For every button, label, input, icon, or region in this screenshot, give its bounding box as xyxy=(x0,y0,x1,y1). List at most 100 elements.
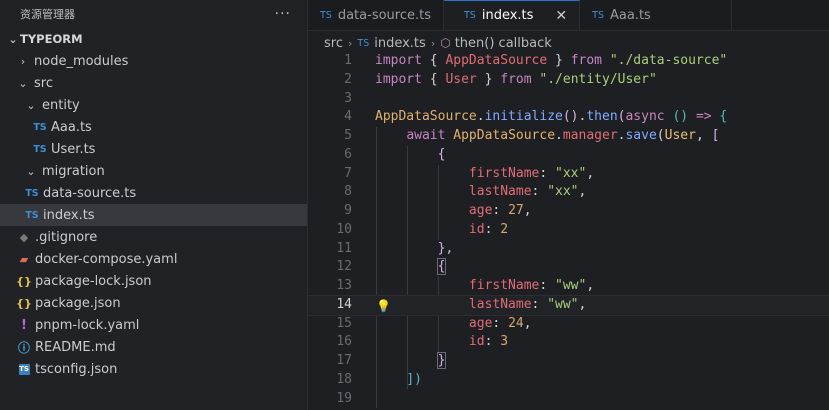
chevron-down-icon: ⌄ xyxy=(26,98,36,112)
line-number: 15 xyxy=(336,315,352,331)
tree-item-label: data-source.ts xyxy=(43,185,137,201)
tree-item-gitignore[interactable]: ◆ .gitignore xyxy=(0,226,307,248)
json-braces-icon: {} xyxy=(16,296,32,310)
code-line: 12 { xyxy=(308,258,829,277)
tree-item-index-ts[interactable]: TS index.ts xyxy=(0,204,307,226)
tree-root-typeorm[interactable]: ⌄ TYPEORM xyxy=(0,28,307,50)
tree-item-label: package.json xyxy=(35,295,121,311)
code-line: 5 await AppDataSource.manager.save(User,… xyxy=(308,127,829,146)
code-editor[interactable]: 1 import { AppDataSource } from "./data-… xyxy=(307,52,829,410)
code-line: 1 import { AppDataSource } from "./data-… xyxy=(308,52,829,71)
tree-item-label: index.ts xyxy=(43,207,95,223)
typescript-file-icon: TS xyxy=(33,121,47,133)
line-number: 5 xyxy=(344,128,352,143)
code-line: 3 xyxy=(308,90,829,109)
tree-item-label: pnpm-lock.yaml xyxy=(35,317,140,333)
more-actions-icon[interactable]: ··· xyxy=(275,6,291,22)
info-circle-icon: ⓘ xyxy=(17,340,30,355)
code-text: age: 27, xyxy=(468,203,532,218)
tree-item-label: migration xyxy=(42,163,105,179)
tree-item-label: package-lock.json xyxy=(35,273,152,289)
tab-label: index.ts xyxy=(481,8,534,23)
line-number: 13 xyxy=(336,278,352,293)
tree-item-label: src xyxy=(34,75,53,91)
line-number: 11 xyxy=(336,240,352,256)
code-text: firstName: "xx", xyxy=(468,165,595,181)
line-number: 9 xyxy=(344,203,352,218)
typescript-file-icon: TS xyxy=(33,143,47,155)
code-line: 10 id: 2 xyxy=(308,221,829,240)
line-number: 12 xyxy=(336,259,352,275)
close-icon[interactable]: ✕ xyxy=(555,8,567,24)
tree-item-label: User.ts xyxy=(51,141,96,157)
line-number: 18 xyxy=(336,371,352,387)
breadcrumb-file[interactable]: index.ts xyxy=(374,36,426,51)
code-line: 8 lastName: "xx", xyxy=(308,183,829,202)
typescript-file-icon: TS xyxy=(25,209,39,221)
code-line: 4 AppDataSource.initialize().then(async … xyxy=(308,108,829,127)
tree-item-package-json[interactable]: {} package.json xyxy=(0,292,307,314)
explorer-header: 资源管理器 ··· xyxy=(0,0,307,28)
tree-item-package-lock-json[interactable]: {} package-lock.json xyxy=(0,270,307,292)
breadcrumb-symbol[interactable]: then() callback xyxy=(455,36,552,51)
code-line: 17 } xyxy=(308,352,829,371)
typescript-file-icon: TS xyxy=(357,37,370,49)
code-line: 6 { xyxy=(308,146,829,165)
code-line: 9 age: 27, xyxy=(308,202,829,221)
tree-root-label: TYPEORM xyxy=(20,32,83,46)
code-text: AppDataSource.initialize().then(async ()… xyxy=(375,109,728,125)
tab-label: data-source.ts xyxy=(337,7,431,23)
breadcrumb-src[interactable]: src xyxy=(324,36,343,51)
line-number: 3 xyxy=(344,90,352,106)
code-text: }, xyxy=(437,240,454,256)
tree-item-label: entity xyxy=(42,97,80,113)
tree-item-entity[interactable]: ⌄ entity xyxy=(0,94,307,116)
code-line: 18 ]) xyxy=(308,371,829,390)
code-text: lastName: "xx", xyxy=(468,184,587,200)
tree-item-docker-compose[interactable]: ▰ docker-compose.yaml xyxy=(0,248,307,270)
tree-item-label: .gitignore xyxy=(35,229,98,245)
line-number: 6 xyxy=(344,146,352,162)
tree-item-migration[interactable]: ⌄ migration xyxy=(0,160,307,182)
code-line: 7 firstName: "xx", xyxy=(308,165,829,184)
line-number: 17 xyxy=(336,353,352,368)
explorer-title: 资源管理器 xyxy=(20,8,75,21)
code-text: firstName: "ww", xyxy=(468,278,595,293)
tree-item-user-ts[interactable]: TS User.ts xyxy=(0,138,307,160)
tree-item-pnpm-lock[interactable]: ! pnpm-lock.yaml xyxy=(0,314,307,336)
chevron-down-icon: ⌄ xyxy=(18,76,28,90)
tree-item-label: docker-compose.yaml xyxy=(35,251,178,267)
tree-item-readme[interactable]: ⓘ README.md xyxy=(0,336,307,358)
tree-item-node-modules[interactable]: › node_modules xyxy=(0,50,307,72)
chevron-right-icon: › xyxy=(20,54,26,68)
typescript-file-icon: TS xyxy=(464,10,476,21)
git-diamond-icon: ◆ xyxy=(19,230,29,244)
explorer-sidebar: 资源管理器 ··· ⌄ TYPEORM › node_modules ⌄ src… xyxy=(0,0,308,410)
chevron-down-icon: ⌄ xyxy=(26,164,36,178)
code-text: age: 24, xyxy=(468,315,532,331)
code-line: 15 age: 24, xyxy=(308,315,829,334)
tab-data-source-ts[interactable]: TS data-source.ts xyxy=(308,0,444,30)
tab-label: Aaa.ts xyxy=(610,7,651,23)
code-text: import { AppDataSource } from "./data-so… xyxy=(375,53,728,68)
code-text: id: 2 xyxy=(468,221,509,237)
line-number: 19 xyxy=(336,390,352,406)
code-line: 11 }, xyxy=(308,240,829,259)
tree-item-data-source-ts[interactable]: TS data-source.ts xyxy=(0,182,307,204)
code-text: id: 3 xyxy=(468,334,509,350)
tab-bar: TS data-source.ts TS index.ts ✕ TS Aaa.t… xyxy=(308,0,829,31)
code-line: 16 id: 3 xyxy=(308,333,829,352)
tree-item-aaa-ts[interactable]: TS Aaa.ts xyxy=(0,116,307,138)
function-cube-icon: ⬡ xyxy=(440,36,451,50)
code-text: ]) xyxy=(406,371,422,387)
code-text: } xyxy=(436,352,447,369)
chevron-right-icon: › xyxy=(430,36,436,50)
tab-aaa-ts[interactable]: TS Aaa.ts xyxy=(580,0,732,30)
code-text: await AppDataSource.manager.save(User, [ xyxy=(406,128,720,143)
typescript-file-icon: TS xyxy=(25,187,39,199)
tree-item-src[interactable]: ⌄ src xyxy=(0,72,307,94)
tab-index-ts[interactable]: TS index.ts ✕ xyxy=(444,0,581,30)
line-number: 14 xyxy=(336,296,352,312)
tree-item-label: Aaa.ts xyxy=(51,119,92,135)
tree-item-tsconfig[interactable]: TS tsconfig.json xyxy=(0,358,307,380)
